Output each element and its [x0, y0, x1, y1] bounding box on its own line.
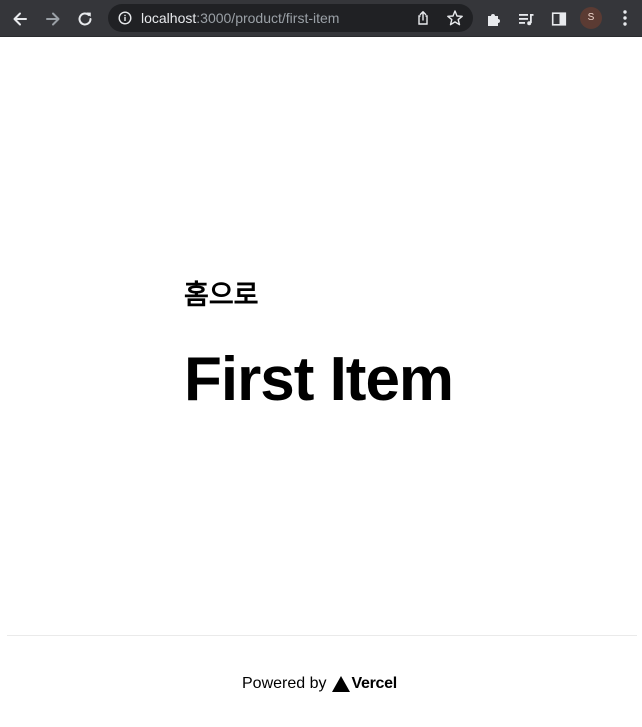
star-icon[interactable] — [446, 9, 464, 27]
url-path: :3000/product/first-item — [196, 10, 340, 26]
arrow-right-icon — [46, 12, 60, 26]
kebab-menu-icon[interactable] — [615, 8, 635, 28]
side-panel-icon — [551, 12, 567, 26]
reload-button[interactable] — [73, 7, 97, 31]
info-icon[interactable] — [118, 11, 132, 25]
page-title: First Item — [184, 345, 454, 414]
vercel-logo: Vercel — [331, 675, 398, 693]
forward-button[interactable] — [41, 7, 65, 31]
url-text[interactable]: localhost:3000/product/first-item — [141, 10, 339, 26]
powered-by-vercel-link[interactable]: Powered by Vercel — [242, 674, 397, 694]
reload-icon — [78, 12, 92, 26]
side-panel-button[interactable] — [547, 7, 571, 31]
browser-toolbar: localhost:3000/product/first-item S — [0, 0, 642, 37]
vercel-triangle-icon — [331, 676, 350, 692]
extensions-button[interactable] — [482, 7, 506, 31]
url-host: localhost — [141, 10, 197, 26]
back-button[interactable] — [8, 7, 32, 31]
powered-by-text: Powered by — [242, 675, 327, 692]
footer: Powered by Vercel — [7, 635, 637, 727]
puzzle-icon — [488, 14, 500, 26]
home-link[interactable]: 홈으로 — [184, 280, 259, 312]
share-icon[interactable] — [415, 10, 431, 26]
address-bar[interactable]: localhost:3000/product/first-item — [108, 4, 473, 32]
media-queue-button[interactable] — [514, 7, 538, 31]
profile-avatar[interactable]: S — [580, 7, 602, 29]
media-queue-icon — [519, 14, 534, 26]
arrow-left-icon — [13, 12, 27, 26]
vercel-wordmark: Vercel — [351, 675, 398, 692]
page-content: 홈으로 First Item Powered by Vercel — [0, 37, 642, 727]
